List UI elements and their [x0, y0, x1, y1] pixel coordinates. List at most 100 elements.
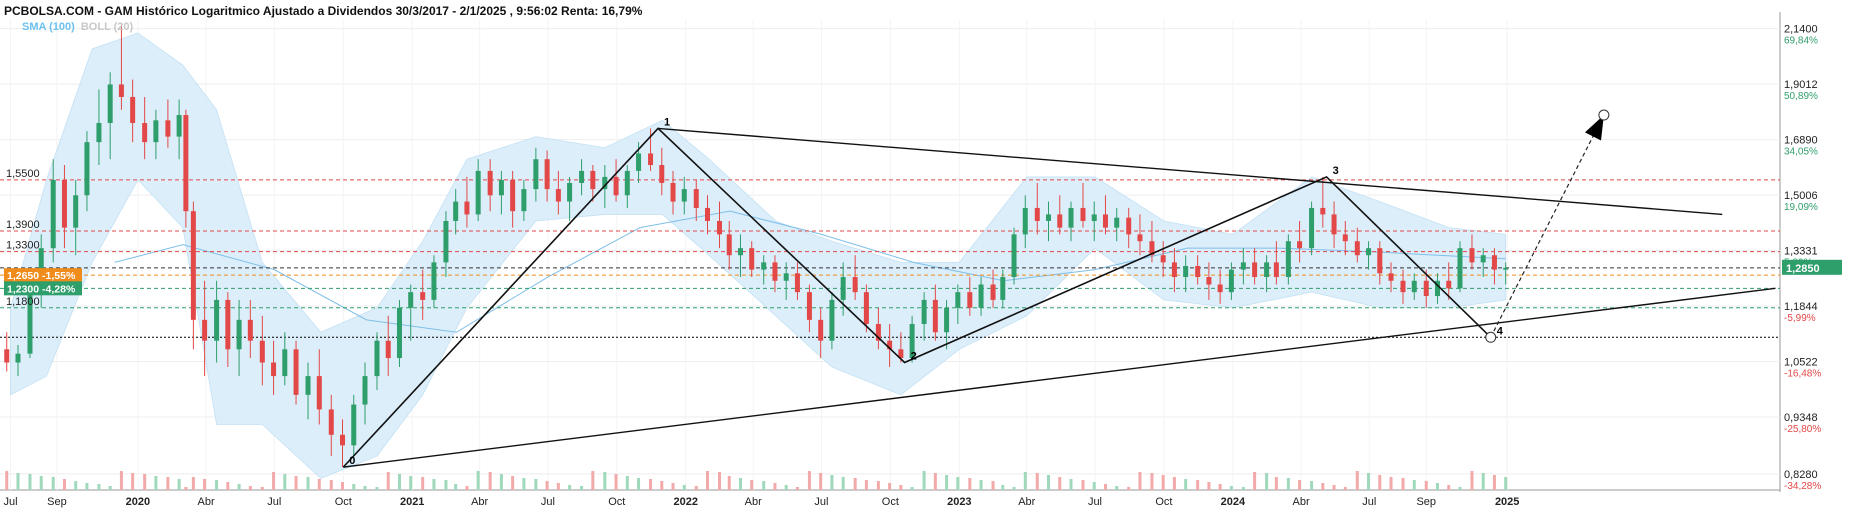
volume-bar [1229, 486, 1233, 490]
volume-bar [386, 472, 390, 490]
volume-bar [1310, 481, 1314, 490]
y-tick-label: 1,6890 [1784, 135, 1818, 147]
candle-body [932, 299, 938, 333]
candle-body [118, 84, 124, 97]
candle-body [61, 179, 67, 228]
candle-body [1126, 217, 1132, 235]
volume-bar [1184, 479, 1188, 490]
volume-bar [876, 481, 880, 490]
candle-body [176, 115, 182, 137]
volume-bar [671, 483, 675, 490]
volume-bar [1196, 480, 1200, 490]
volume-bar [375, 487, 379, 490]
candle-body [693, 189, 699, 208]
y-tick-pct: 69,84% [1784, 36, 1818, 47]
candle-body [165, 120, 171, 137]
volume-bar [694, 486, 698, 490]
volume-bar [1367, 473, 1371, 490]
y-tick-label: 1,0522 [1784, 357, 1818, 369]
volume-bar [864, 480, 868, 490]
candle-body [1228, 269, 1234, 293]
x-tick-label: Jul [267, 496, 281, 508]
volume-bar [329, 480, 333, 490]
volume-bar [614, 474, 618, 490]
volume-bar [1241, 487, 1245, 490]
volume-bar [1504, 477, 1508, 490]
volume-bar [1298, 480, 1302, 490]
candle-body [1057, 214, 1063, 228]
volume-bar [1207, 482, 1211, 490]
volume-bar [1047, 475, 1051, 490]
pattern-label-1: 1 [664, 116, 670, 128]
candle-body [944, 307, 950, 333]
pattern-label-2: 2 [911, 351, 917, 363]
volume-bar [1069, 479, 1073, 490]
volume-bar [154, 476, 158, 490]
volume-bar [819, 473, 823, 490]
volume-bar [226, 482, 230, 490]
candle-body [183, 115, 189, 212]
volume-bar [177, 479, 181, 490]
candle-body [659, 165, 665, 183]
candle-body [1331, 214, 1337, 235]
volume-bar [534, 479, 538, 490]
price-chart[interactable]: 0 1 2 3 4 2,140069,84% 1,901250,89% 1,689034,05… [0, 0, 1861, 512]
volume-bar [1035, 473, 1039, 490]
candle-body [1320, 207, 1326, 215]
volume-bar [853, 478, 857, 490]
y-tick-label: 1,5006 [1784, 190, 1818, 202]
volume-bar [1218, 484, 1222, 490]
volume-bar [773, 483, 777, 490]
candle-body [420, 292, 426, 300]
volume-bar [591, 471, 595, 490]
volume-bar [97, 484, 101, 490]
candle-body [73, 195, 79, 228]
volume-bar [649, 479, 653, 490]
volume-bar [1321, 483, 1325, 490]
candle-body [1273, 262, 1279, 278]
left-level-label: 1,3900 [6, 219, 40, 231]
volume-bar [1265, 473, 1269, 490]
volume-bar [956, 477, 960, 490]
volume-bar [706, 471, 710, 490]
x-tick-label: Jul [1362, 496, 1376, 508]
candle-body [670, 182, 676, 202]
candle-body [153, 120, 159, 143]
indicator-legend: SMA (100) BOLL (20) [22, 21, 133, 33]
legend-boll[interactable]: BOLL (20) [81, 21, 133, 33]
volume-bar [1012, 487, 1016, 490]
pattern-label-4: 4 [1497, 325, 1504, 337]
y-tick-pct: -5,99% [1784, 313, 1816, 324]
candle-body [648, 153, 654, 166]
volume-bar [85, 483, 89, 490]
candle-body [1022, 207, 1028, 235]
volume-bar [979, 480, 983, 490]
volume-bar [933, 473, 937, 490]
candle-body [316, 376, 322, 410]
candle-body [293, 349, 299, 395]
candle-body [1480, 255, 1486, 263]
legend-sma[interactable]: SMA (100) [22, 21, 75, 33]
volume-bar [922, 471, 926, 490]
candle-body [1377, 248, 1383, 274]
candle-body [726, 234, 732, 256]
y-tick-pct: -34,28% [1784, 481, 1821, 492]
volume-bar [795, 487, 799, 490]
candle-body [1114, 217, 1120, 228]
candle-body [521, 189, 527, 212]
candle-body [567, 182, 573, 202]
volume-bar [991, 481, 995, 490]
volume-bar [1435, 483, 1439, 490]
y-tick-label: 2,1400 [1784, 24, 1818, 36]
volume-bar [762, 481, 766, 490]
y-tick-pct: 34,05% [1784, 147, 1818, 158]
candle-body [214, 299, 220, 341]
volume-bar [1401, 478, 1405, 490]
candle-body [351, 404, 357, 446]
candle-body [829, 299, 835, 341]
x-tick-label: Abr [198, 496, 215, 508]
candle-body [84, 142, 90, 196]
candle-body [806, 292, 812, 320]
candle-body [1000, 277, 1006, 300]
candle-body [852, 277, 858, 293]
